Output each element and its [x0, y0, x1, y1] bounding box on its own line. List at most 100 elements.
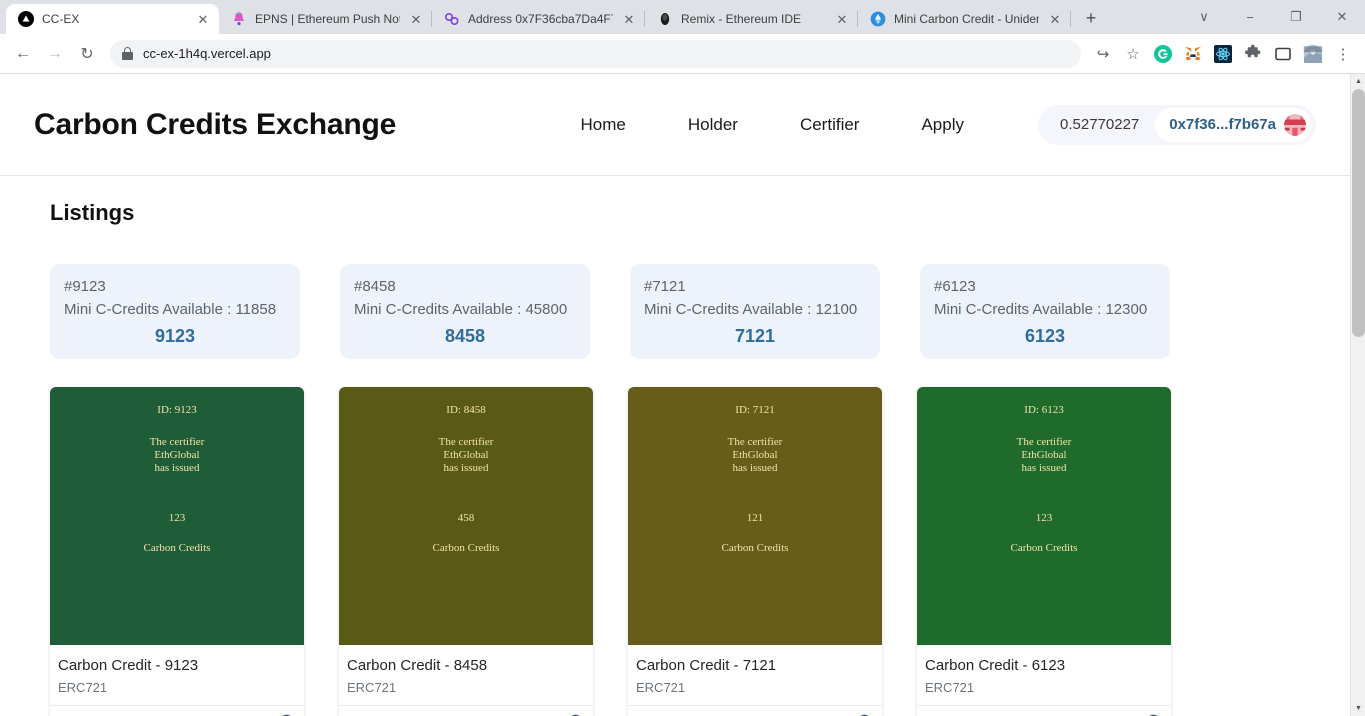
nft-art-line-3: has issued	[154, 461, 200, 474]
nft-standard: ERC721	[58, 680, 108, 695]
scroll-down-arrow-icon[interactable]: ▼	[1351, 701, 1365, 716]
tab-title: Address 0x7F36cba7Da4F79	[468, 12, 613, 26]
nft-card[interactable]: ID: 8458 The certifier EthGlobal has iss…	[339, 387, 593, 716]
nft-card-footer	[917, 705, 1171, 716]
nft-art-line-2: EthGlobal	[1021, 448, 1067, 461]
browser-tab-3[interactable]: Remix - Ethereum IDE ✕	[645, 4, 858, 34]
profile-avatar[interactable]	[1299, 40, 1327, 68]
nft-art-line-1: The certifier	[438, 436, 494, 448]
nft-standard: ERC721	[347, 680, 397, 695]
tab-close-icon[interactable]: ✕	[621, 11, 637, 27]
reload-button[interactable]: ↻	[72, 39, 102, 69]
listing-chip[interactable]: #9123 Mini C-Credits Available : 11858 9…	[50, 264, 300, 359]
tab-close-icon[interactable]: ✕	[1047, 11, 1063, 27]
listing-available: Mini C-Credits Available : 11858	[64, 301, 277, 318]
metamask-extension-icon[interactable]	[1179, 40, 1207, 68]
minimize-button[interactable]: −	[1227, 0, 1273, 34]
nft-art-amount: 121	[746, 512, 764, 525]
nft-card[interactable]: ID: 7121 The certifier EthGlobal has iss…	[628, 387, 882, 716]
nft-art-id: ID: 8458	[446, 404, 486, 416]
tab-title: Remix - Ethereum IDE	[681, 12, 802, 26]
nft-standard: ERC721	[636, 680, 686, 695]
nft-artwork: ID: 9123 The certifier EthGlobal has iss…	[50, 387, 304, 645]
nft-art-amount: 123	[168, 512, 186, 525]
nft-art-line-3: has issued	[1021, 461, 1067, 474]
listing-chip[interactable]: #7121 Mini C-Credits Available : 12100 7…	[630, 264, 880, 359]
new-tab-button[interactable]: +	[1077, 4, 1105, 32]
nft-title: Carbon Credit - 7121	[636, 657, 777, 674]
browser-tab-0[interactable]: CC-EX ✕	[6, 4, 219, 34]
nft-art-line-2: EthGlobal	[443, 448, 489, 461]
nft-meta: Carbon Credit - 9123 ERC721	[50, 645, 304, 705]
nft-art-line-3: has issued	[443, 461, 489, 474]
wallet-chip[interactable]: 0.52770227 0x7f36...f7b67a	[1038, 104, 1316, 145]
browser-tab-1[interactable]: EPNS | Ethereum Push Notific ✕	[219, 4, 432, 34]
nav-item-apply[interactable]: Apply	[921, 115, 964, 135]
nav-item-holder[interactable]: Holder	[688, 115, 738, 135]
close-window-button[interactable]: ✕	[1319, 0, 1365, 34]
wallet-address: 0x7f36...f7b67a	[1169, 116, 1276, 133]
listing-token-number: 8458	[444, 326, 486, 346]
address-bar[interactable]: cc-ex-1h4q.vercel.app	[110, 39, 1081, 68]
nft-card[interactable]: ID: 6123 The certifier EthGlobal has iss…	[917, 387, 1171, 716]
nft-artwork: ID: 8458 The certifier EthGlobal has iss…	[339, 387, 593, 645]
tab-close-icon[interactable]: ✕	[834, 11, 850, 27]
nft-cards-row: ID: 9123 The certifier EthGlobal has iss…	[50, 387, 1300, 716]
listing-chip[interactable]: #8458 Mini C-Credits Available : 45800 8…	[340, 264, 590, 359]
browser-tab-2[interactable]: Address 0x7F36cba7Da4F79 ✕	[432, 4, 645, 34]
share-icon[interactable]: ↪	[1089, 40, 1117, 68]
site-header: Carbon Credits Exchange Home Holder Cert…	[0, 74, 1350, 176]
page-title: Carbon Credits Exchange	[34, 107, 397, 141]
tab-close-icon[interactable]: ✕	[408, 11, 424, 27]
nav-item-certifier[interactable]: Certifier	[800, 115, 860, 135]
remix-icon	[660, 13, 670, 25]
wallet-address-chip[interactable]: 0x7f36...f7b67a	[1155, 107, 1312, 142]
forward-button[interactable]: →	[40, 39, 70, 69]
nft-meta: Carbon Credit - 7121 ERC721	[628, 645, 882, 705]
nav-item-home[interactable]: Home	[581, 115, 626, 135]
listing-chip[interactable]: #6123 Mini C-Credits Available : 12300 6…	[920, 264, 1170, 359]
page-scrollbar[interactable]: ▲ ▼	[1350, 74, 1365, 716]
puzzle-extensions-icon[interactable]	[1239, 40, 1267, 68]
nft-card-footer	[339, 705, 593, 716]
listings-heading: Listings	[50, 200, 135, 225]
sidepanel-icon[interactable]	[1269, 40, 1297, 68]
nft-card[interactable]: ID: 9123 The certifier EthGlobal has iss…	[50, 387, 304, 716]
react-devtools-extension-icon[interactable]	[1209, 40, 1237, 68]
nft-art-line-1: The certifier	[149, 436, 205, 448]
nft-art-line-1: The certifier	[727, 436, 783, 448]
tab-title: Mini Carbon Credit - Uniden	[894, 12, 1039, 26]
listing-token-number: 6123	[1024, 326, 1066, 346]
listing-id: #6123	[934, 278, 976, 295]
scrollbar-thumb[interactable]	[1352, 89, 1365, 337]
listing-token-number: 7121	[734, 326, 776, 346]
nft-standard: ERC721	[925, 680, 975, 695]
nft-art-line-2: EthGlobal	[732, 448, 778, 461]
back-button[interactable]: ←	[8, 39, 38, 69]
browser-tab-4[interactable]: Mini Carbon Credit - Uniden ✕	[858, 4, 1071, 34]
address-bar-url: cc-ex-1h4q.vercel.app	[143, 46, 271, 61]
lock-icon	[122, 47, 133, 60]
nft-artwork: ID: 7121 The certifier EthGlobal has iss…	[628, 387, 882, 645]
listing-available: Mini C-Credits Available : 12300	[934, 301, 1148, 318]
web-page: Carbon Credits Exchange Home Holder Cert…	[0, 74, 1350, 716]
main-navigation: Home Holder Certifier Apply	[396, 115, 965, 135]
tab-title: CC-EX	[42, 12, 80, 26]
ethereum-icon	[870, 11, 886, 27]
nft-title: Carbon Credit - 8458	[347, 657, 488, 674]
tab-search-chevron-icon[interactable]: ∨	[1181, 0, 1227, 34]
listing-id: #9123	[64, 278, 106, 295]
grammarly-extension-icon[interactable]	[1149, 40, 1177, 68]
tab-close-icon[interactable]: ✕	[195, 11, 211, 27]
nft-art-id: ID: 7121	[735, 404, 775, 416]
listings-row: #9123 Mini C-Credits Available : 11858 9…	[50, 264, 1300, 359]
nft-art-label: Carbon Credits	[432, 542, 500, 555]
window-controls: ∨ − ❐ ✕	[1181, 0, 1365, 34]
browser-menu-icon[interactable]: ⋮	[1329, 40, 1357, 68]
maximize-button[interactable]: ❐	[1273, 0, 1319, 34]
tab-title: EPNS | Ethereum Push Notific	[255, 12, 400, 26]
nft-art-id: ID: 9123	[157, 404, 197, 416]
bookmark-star-icon[interactable]: ☆	[1119, 40, 1147, 68]
browser-toolbar: ← → ↻ cc-ex-1h4q.vercel.app ↪ ☆ ⋮	[0, 34, 1365, 74]
scroll-up-arrow-icon[interactable]: ▲	[1351, 74, 1365, 89]
